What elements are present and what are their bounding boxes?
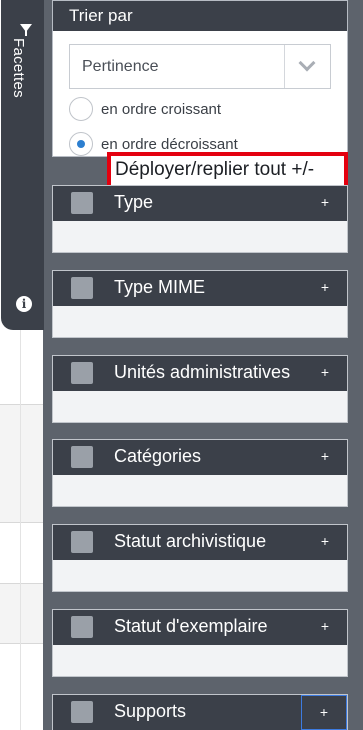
facet-title: Statut d'exemplaire [114, 616, 268, 636]
facet-checkbox[interactable] [71, 192, 93, 214]
sort-select-value: Pertinence [82, 58, 159, 75]
radio-ascending[interactable] [69, 97, 93, 121]
facet-header[interactable]: Type + [53, 186, 347, 221]
facet-header[interactable]: Supports + [53, 695, 347, 730]
facet-title: Supports [114, 701, 187, 721]
facet-title: Type MIME [114, 277, 206, 297]
facet-title: Catégories [114, 446, 202, 466]
radio-ascending-label: en ordre croissant [101, 100, 222, 118]
table-row-shade [0, 405, 48, 522]
facet-title: Unités administratives [114, 362, 291, 382]
table-row-divider [0, 643, 48, 644]
expand-icon[interactable]: + [321, 533, 329, 549]
facet-checkbox[interactable] [71, 362, 93, 384]
facettes-tab-label: Facettes [10, 38, 27, 98]
facet-type: Type + [52, 185, 348, 253]
table-row-divider [0, 522, 48, 523]
sort-header: Trier par [53, 1, 347, 31]
expand-icon[interactable]: + [321, 279, 329, 295]
select-divider [284, 45, 285, 88]
expand-icon[interactable]: + [321, 194, 329, 210]
sort-panel: Trier par Pertinence en ordre croissant … [52, 0, 348, 157]
sort-select[interactable]: Pertinence [69, 44, 331, 89]
facet-header[interactable]: Unités administratives + [53, 356, 347, 391]
facet-checkbox[interactable] [71, 446, 93, 468]
facet-categories: Catégories + [52, 439, 348, 507]
table-row-shade [0, 584, 48, 643]
facet-type-mime: Type MIME + [52, 270, 348, 338]
facet-checkbox[interactable] [71, 701, 93, 723]
facet-header[interactable]: Statut archivistique + [53, 525, 347, 560]
radio-descending[interactable] [69, 132, 93, 156]
facet-header[interactable]: Statut d'exemplaire + [53, 610, 347, 645]
facet-statut-archivistique: Statut archivistique + [52, 524, 348, 592]
facet-checkbox[interactable] [71, 531, 93, 553]
radio-descending-label: en ordre décroissant [101, 135, 238, 153]
facet-title: Statut archivistique [114, 531, 267, 551]
facet-checkbox[interactable] [71, 277, 93, 299]
facet-title: Type [114, 192, 154, 212]
expand-icon[interactable]: + [321, 618, 329, 634]
facet-checkbox[interactable] [71, 616, 93, 638]
facet-header[interactable]: Type MIME + [53, 271, 347, 306]
funnel-icon [20, 24, 32, 36]
toggle-all-facets-button[interactable]: Déployer/replier tout +/- [107, 152, 348, 189]
facet-supports: Supports + [52, 694, 348, 730]
expand-icon[interactable]: + [301, 695, 347, 730]
facet-header[interactable]: Catégories + [53, 440, 347, 475]
chevron-down-icon [298, 54, 316, 72]
facettes-tab[interactable]: Facettes i [1, 0, 44, 330]
facet-statut-exemplaire: Statut d'exemplaire + [52, 609, 348, 677]
facet-unites-administratives: Unités administratives + [52, 355, 348, 423]
info-icon[interactable]: i [16, 296, 32, 312]
expand-icon[interactable]: + [321, 448, 329, 464]
table-column-divider [20, 330, 21, 730]
toggle-all-label: Déployer/replier tout +/- [115, 159, 315, 180]
sort-order-ascending[interactable]: en ordre croissant [69, 97, 221, 121]
expand-icon[interactable]: + [321, 364, 329, 380]
